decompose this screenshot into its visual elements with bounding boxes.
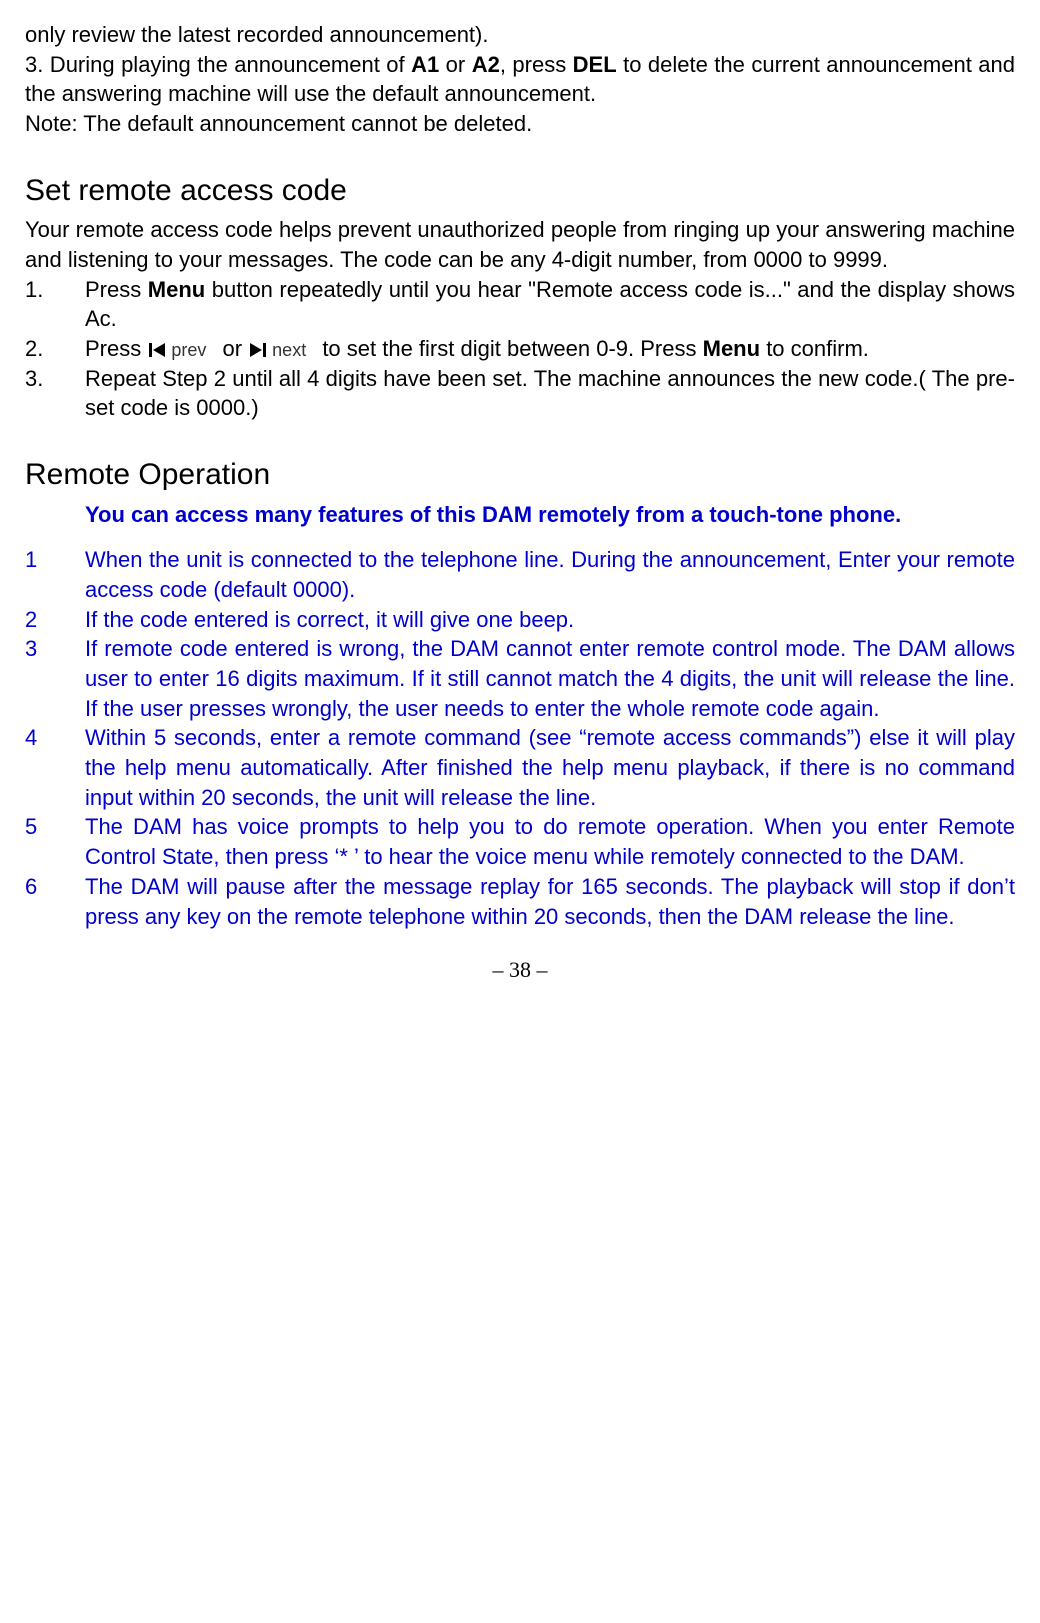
label-a1: A1 — [411, 52, 439, 77]
list-number: 4 — [25, 723, 85, 812]
list-content: If the code entered is correct, it will … — [85, 605, 1015, 635]
label-menu: Menu — [703, 336, 760, 361]
text: , press — [500, 52, 573, 77]
label-a2: A2 — [472, 52, 500, 77]
text: button repeatedly until you hear "Remote… — [85, 277, 1015, 332]
list-content: The DAM has voice prompts to help you to… — [85, 812, 1015, 871]
intro-note: Note: The default announcement cannot be… — [25, 109, 1015, 139]
heading-remote-operation: Remote Operation — [25, 455, 1015, 496]
page-number: – 38 – — [25, 955, 1015, 985]
intro-line2: 3. During playing the announcement of A1… — [25, 50, 1015, 109]
list-content: The DAM will pause after the message rep… — [85, 872, 1015, 931]
list-content: Press prev or next to set the first digi… — [85, 334, 1015, 364]
text: to confirm. — [760, 336, 869, 361]
list-item: 5 The DAM has voice prompts to help you … — [25, 812, 1015, 871]
next-label: next — [268, 338, 314, 362]
text: or — [439, 52, 471, 77]
list-number: 1 — [25, 545, 85, 604]
skip-prev-icon — [147, 340, 167, 360]
list-number: 1. — [25, 275, 85, 334]
text: to set the first digit between 0-9. Pres… — [316, 336, 702, 361]
list-content: Repeat Step 2 until all 4 digits have be… — [85, 364, 1015, 423]
text: Press — [85, 277, 148, 302]
list-item: 1. Press Menu button repeatedly until yo… — [25, 275, 1015, 334]
skip-next-icon — [248, 340, 268, 360]
label-menu: Menu — [148, 277, 205, 302]
list-content: Press Menu button repeatedly until you h… — [85, 275, 1015, 334]
intro-line1: only review the latest recorded announce… — [25, 20, 1015, 50]
list-number: 3. — [25, 364, 85, 423]
list-content: Within 5 seconds, enter a remote command… — [85, 723, 1015, 812]
list-item: 2 If the code entered is correct, it wil… — [25, 605, 1015, 635]
list-content: If remote code entered is wrong, the DAM… — [85, 634, 1015, 723]
list-number: 6 — [25, 872, 85, 931]
list-number: 2. — [25, 334, 85, 364]
heading-set-remote-access-code: Set remote access code — [25, 171, 1015, 212]
list-item: 3 If remote code entered is wrong, the D… — [25, 634, 1015, 723]
section1-intro: Your remote access code helps prevent un… — [25, 215, 1015, 274]
list-item: 2. Press prev or next to set the first d… — [25, 334, 1015, 364]
section2-lead: You can access many features of this DAM… — [85, 500, 1015, 530]
list-item: 6 The DAM will pause after the message r… — [25, 872, 1015, 931]
text: 3. During playing the announcement of — [25, 52, 411, 77]
label-del: DEL — [573, 52, 617, 77]
list-number: 2 — [25, 605, 85, 635]
list-item: 4 Within 5 seconds, enter a remote comma… — [25, 723, 1015, 812]
prev-label: prev — [167, 338, 214, 362]
text: Press — [85, 336, 147, 361]
list-item: 3. Repeat Step 2 until all 4 digits have… — [25, 364, 1015, 423]
list-number: 3 — [25, 634, 85, 723]
section2-list: 1 When the unit is connected to the tele… — [25, 545, 1015, 931]
list-content: When the unit is connected to the teleph… — [85, 545, 1015, 604]
list-item: 1 When the unit is connected to the tele… — [25, 545, 1015, 604]
section1-list: 1. Press Menu button repeatedly until yo… — [25, 275, 1015, 423]
list-number: 5 — [25, 812, 85, 871]
text: or — [216, 336, 248, 361]
